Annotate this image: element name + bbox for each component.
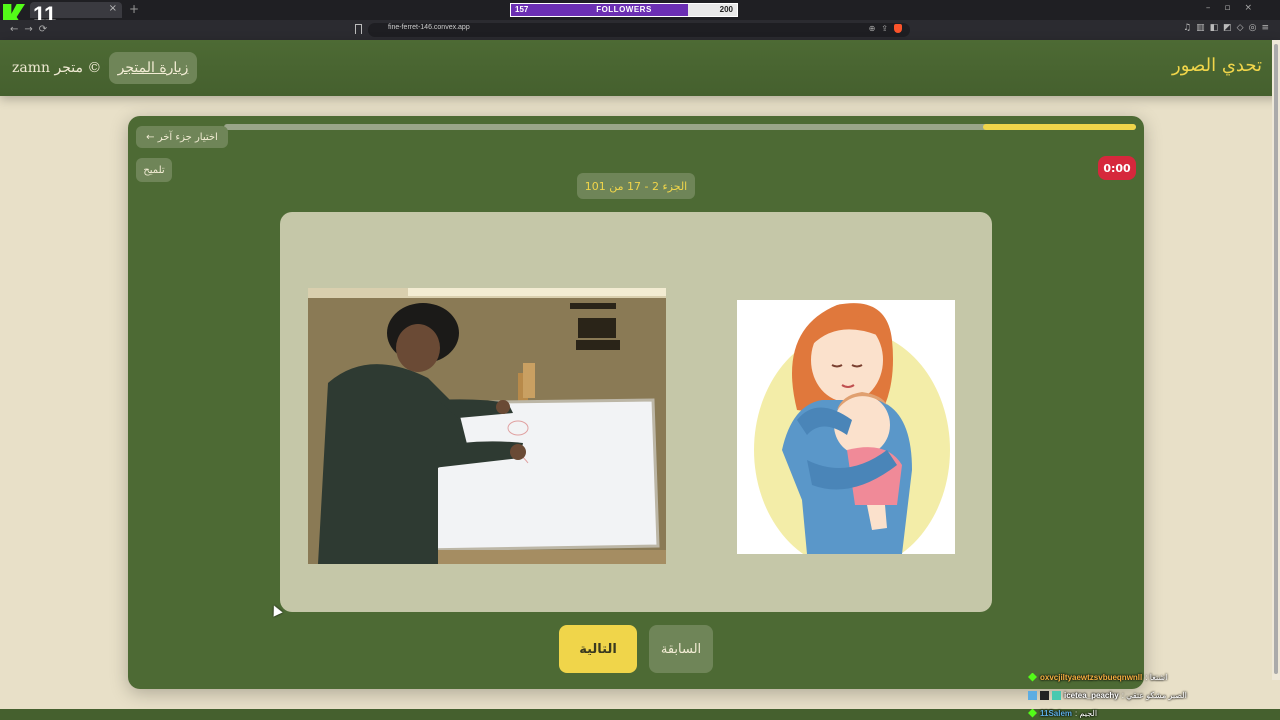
moderator-badge-icon (1028, 690, 1037, 700)
nav-buttons-icon[interactable]: ←→⟳ (10, 24, 53, 35)
store-credit: zamn متجر © (12, 60, 102, 76)
next-button[interactable]: التالية (559, 625, 637, 673)
url-actions-icon[interactable]: ⊕⇪ (869, 24, 902, 33)
progress-track (224, 124, 1136, 130)
chat-text: : الجيم (1075, 708, 1098, 718)
mother-baby-cartoon (737, 300, 955, 554)
timer-badge: 0:00 (1098, 156, 1136, 180)
scrollbar-thumb[interactable] (1274, 44, 1278, 674)
browser-address-bar: ←→⟳ fine-ferret-146.convex.app ⊕⇪ ♫▥◧◩◇◎… (0, 20, 1280, 40)
browser-tab-bar: × + 157 FOLLOWERS 200 –▫× (0, 0, 1280, 20)
chat-text: : اشتغا (1145, 672, 1168, 682)
followers-goal: 200 (719, 5, 733, 14)
bookmark-icon[interactable] (355, 24, 362, 34)
tab-close-icon[interactable]: × (109, 3, 117, 14)
hint-button[interactable]: تلميح (136, 158, 172, 182)
site-title: تحدي الصور (1172, 55, 1262, 76)
window-controls[interactable]: –▫× (1206, 3, 1266, 13)
site-header: تحدي الصور زيارة المتجر zamn متجر © (0, 40, 1280, 96)
zoom-share-icon[interactable]: ⊕⇪ (869, 24, 894, 33)
chat-message: 11Salem : الجيم (1028, 704, 1278, 720)
subscriber-badge-icon (1040, 690, 1049, 700)
brave-shield-icon[interactable] (894, 24, 902, 33)
kick-badge-icon (1028, 708, 1037, 718)
game-card: ← اختيار جزء آخر تلميح الجزء 2 - 17 من 1… (128, 116, 1144, 689)
part-indicator: الجزء 2 - 17 من 101 (577, 173, 695, 199)
followers-label: FOLLOWERS (596, 5, 652, 14)
url-text: fine-ferret-146.convex.app (388, 24, 470, 31)
choose-other-part-button[interactable]: ← اختيار جزء آخر (136, 126, 228, 148)
new-tab-icon[interactable]: + (129, 2, 139, 16)
url-field[interactable]: fine-ferret-146.convex.app ⊕⇪ (368, 23, 910, 37)
kick-badge-icon (1028, 672, 1037, 682)
stream-chat: oxvcjiltyaewtzsvbueqnwnll : اشتغا icetea… (1028, 668, 1278, 720)
chat-message: oxvcjiltyaewtzsvbueqnwnll : اشتغا (1028, 668, 1278, 686)
visit-store-button[interactable]: زيارة المتجر (109, 52, 197, 84)
verified-badge-icon (1052, 690, 1061, 700)
page-scrollbar[interactable] (1272, 40, 1280, 680)
chat-message: icetea_peachy : الصبر مشكو عتقي (1028, 686, 1278, 704)
chat-username: 11Salem (1040, 708, 1073, 718)
whiteboard-photo (308, 288, 666, 564)
chat-username: oxvcjiltyaewtzsvbueqnwnll (1040, 672, 1143, 682)
followers-goal-bar: 157 FOLLOWERS 200 (510, 3, 738, 17)
image-panel (280, 212, 992, 612)
progress-fill (982, 124, 1136, 130)
previous-button[interactable]: السابقة (649, 625, 713, 673)
chat-text: : الصبر مشكو عتقي (1121, 690, 1187, 700)
extensions-icon[interactable]: ♫▥◧◩◇◎≡ (1183, 23, 1274, 33)
chat-username: icetea_peachy (1064, 690, 1119, 700)
